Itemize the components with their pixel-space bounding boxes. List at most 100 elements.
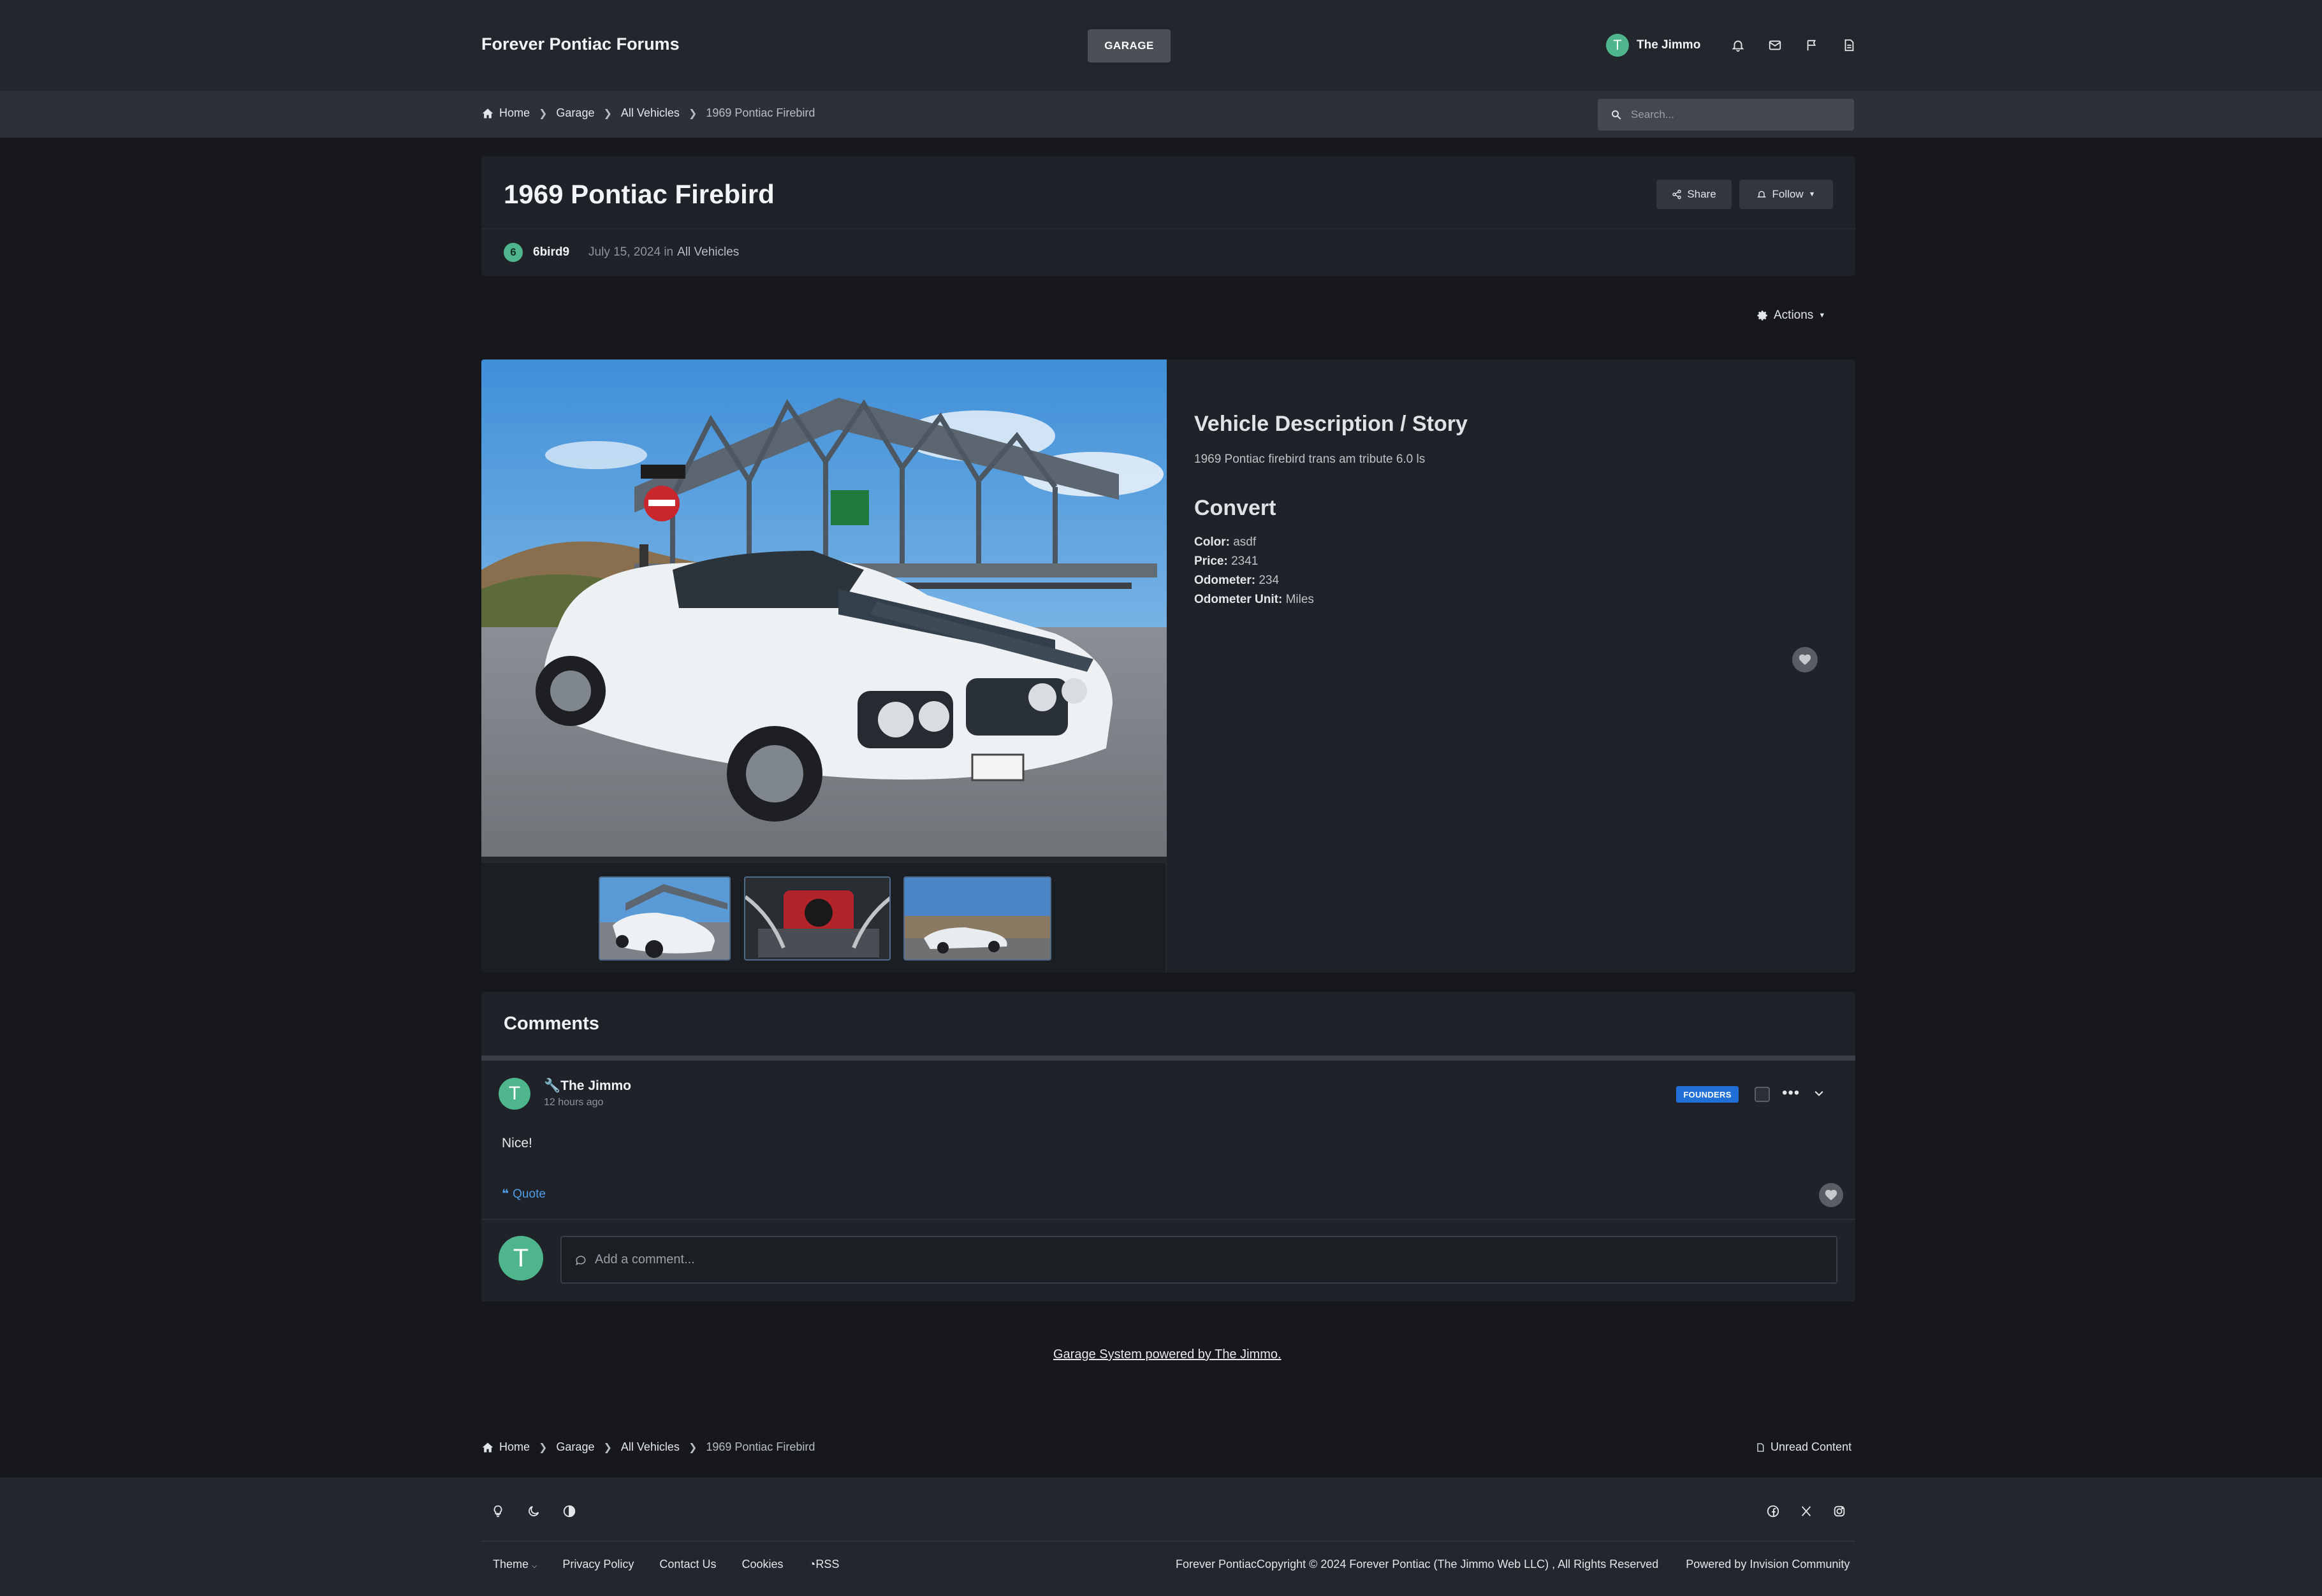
follow-button[interactable]: Follow ▼ — [1739, 180, 1833, 209]
follow-label: Follow — [1772, 188, 1804, 200]
add-comment-input[interactable]: Add a comment... — [560, 1236, 1837, 1284]
breadcrumb-home[interactable]: Home — [499, 1440, 530, 1454]
founders-badge: FOUNDERS — [1676, 1086, 1739, 1103]
breadcrumb-bar — [0, 91, 2322, 138]
theme-menu[interactable]: Theme ⌵ — [493, 1558, 537, 1571]
garage-nav-button[interactable]: GARAGE — [1088, 29, 1171, 62]
footer-links: Theme ⌵ Privacy Policy Contact Us Cookie… — [493, 1558, 839, 1571]
share-icon — [1672, 189, 1682, 200]
spec-odometer-unit: Odometer Unit: Miles — [1194, 593, 1314, 606]
x-twitter-icon[interactable] — [1799, 1504, 1813, 1521]
envelope-icon[interactable] — [1756, 33, 1793, 57]
chevron-right-icon: ❯ — [603, 108, 612, 119]
comments-title: Comments — [504, 1013, 599, 1034]
image-gallery — [481, 359, 1167, 973]
more-options-icon[interactable]: ••• — [1782, 1084, 1800, 1102]
heart-icon[interactable] — [1819, 1183, 1843, 1207]
author-avatar[interactable]: 6 — [504, 243, 523, 262]
main-vehicle-photo[interactable] — [481, 359, 1167, 863]
vehicle-meta: 6 6bird9 July 15, 2024 in All Vehicles — [504, 243, 739, 262]
moon-icon[interactable] — [527, 1504, 541, 1521]
caret-down-icon: ▼ — [1808, 191, 1816, 198]
thumbnail-3[interactable] — [903, 876, 1051, 961]
powered-by-invision-link[interactable]: Powered by Invision Community — [1686, 1558, 1850, 1571]
divider — [481, 228, 1855, 229]
search-input[interactable]: Search... — [1598, 99, 1854, 131]
breadcrumb-all-vehicles[interactable]: All Vehicles — [621, 106, 680, 120]
copyright: Forever PontiacCopyright © 2024 Forever … — [1176, 1558, 1850, 1571]
add-comment-placeholder: Add a comment... — [595, 1252, 695, 1266]
thumbnail-1[interactable] — [599, 876, 731, 961]
bell-icon[interactable] — [1720, 33, 1756, 57]
actions-label: Actions — [1774, 308, 1814, 322]
category-link[interactable]: All Vehicles — [677, 245, 739, 259]
unread-label: Unread Content — [1771, 1440, 1852, 1453]
rss-link[interactable]: ◔RSS — [809, 1558, 840, 1571]
share-button[interactable]: Share — [1656, 180, 1732, 209]
lightbulb-icon[interactable] — [491, 1504, 505, 1521]
document-icon[interactable] — [1830, 33, 1867, 57]
flag-icon[interactable] — [1793, 33, 1830, 57]
home-icon — [482, 1442, 493, 1452]
chevron-right-icon: ❯ — [688, 108, 697, 119]
description-story: 1969 Pontiac firebird trans am tribute 6… — [1194, 453, 1426, 466]
bell-icon — [1757, 191, 1767, 198]
divider — [481, 1219, 1855, 1220]
social-links — [1766, 1504, 1846, 1521]
theme-toggles — [491, 1504, 576, 1521]
search-icon — [1612, 110, 1621, 120]
actions-menu-button[interactable]: Actions ▼ — [1757, 308, 1825, 323]
comment-author-avatar[interactable]: T — [499, 1078, 530, 1110]
post-date: July 15, 2024 in — [588, 245, 674, 259]
contrast-icon[interactable] — [562, 1504, 576, 1521]
heart-icon[interactable] — [1792, 647, 1818, 672]
home-icon — [482, 108, 493, 118]
copyright-text: Forever PontiacCopyright © 2024 Forever … — [1176, 1558, 1659, 1571]
author-link[interactable]: 6bird9 — [533, 245, 569, 259]
comment-author[interactable]: 🔧The Jimmo — [544, 1078, 631, 1094]
facebook-icon[interactable] — [1766, 1504, 1780, 1521]
convert-heading: Convert — [1194, 496, 1276, 520]
comment-time: 12 hours ago — [544, 1097, 604, 1108]
chevron-right-icon: ❯ — [688, 1442, 697, 1453]
user-avatar[interactable]: T — [1606, 34, 1629, 57]
breadcrumb-garage[interactable]: Garage — [556, 106, 594, 120]
breadcrumb-current: 1969 Pontiac Firebird — [706, 1440, 815, 1453]
breadcrumb-home[interactable]: Home — [499, 106, 530, 120]
vehicle-panel: Vehicle Description / Story 1969 Pontiac… — [481, 359, 1855, 973]
page-title: 1969 Pontiac Firebird — [504, 179, 775, 209]
chevron-down-icon[interactable] — [1813, 1087, 1825, 1103]
unread-content-link[interactable]: Unread Content — [1755, 1440, 1851, 1454]
document-icon — [1757, 1442, 1764, 1452]
spec-color: Color: asdf — [1194, 535, 1257, 549]
breadcrumb-all-vehicles[interactable]: All Vehicles — [621, 1440, 680, 1454]
comment-icon — [576, 1255, 586, 1265]
privacy-policy-link[interactable]: Privacy Policy — [562, 1558, 634, 1571]
site-brand[interactable]: Forever Pontiac Forums — [481, 34, 680, 54]
comment-body: Nice! — [502, 1136, 532, 1150]
divider — [481, 1056, 1855, 1061]
description-heading: Vehicle Description / Story — [1194, 412, 1468, 436]
footer-breadcrumb: Home ❯ Garage ❯ All Vehicles ❯ 1969 Pont… — [481, 1440, 815, 1454]
thumbnail-strip — [481, 876, 1167, 962]
vehicle-header-card: 1969 Pontiac Firebird Share Follow ▼ 6 6… — [481, 156, 1855, 276]
contact-us-link[interactable]: Contact Us — [659, 1558, 716, 1571]
chevron-right-icon: ❯ — [603, 1442, 612, 1453]
spec-odometer: Odometer: 234 — [1194, 574, 1280, 587]
breadcrumb-garage[interactable]: Garage — [556, 1440, 594, 1454]
garage-system-credit-link[interactable]: Garage System powered by The Jimmo. — [1053, 1347, 1281, 1362]
quote-button[interactable]: ❝ Quote — [502, 1187, 546, 1201]
site-footer — [0, 1477, 2322, 1596]
user-bar: T The Jimmo — [1606, 33, 1867, 57]
rss-icon: ◔ — [808, 1558, 816, 1571]
select-checkbox[interactable] — [1755, 1087, 1770, 1102]
instagram-icon[interactable] — [1832, 1504, 1846, 1521]
divider — [481, 1541, 1855, 1542]
caret-down-icon: ▼ — [1818, 312, 1826, 319]
spec-price: Price: 2341 — [1194, 555, 1259, 568]
chevron-right-icon: ❯ — [539, 108, 548, 119]
user-menu-name[interactable]: The Jimmo — [1637, 38, 1700, 52]
breadcrumb: Home ❯ Garage ❯ All Vehicles ❯ 1969 Pont… — [481, 106, 815, 120]
cookies-link[interactable]: Cookies — [741, 1558, 783, 1571]
thumbnail-2[interactable] — [744, 876, 891, 961]
